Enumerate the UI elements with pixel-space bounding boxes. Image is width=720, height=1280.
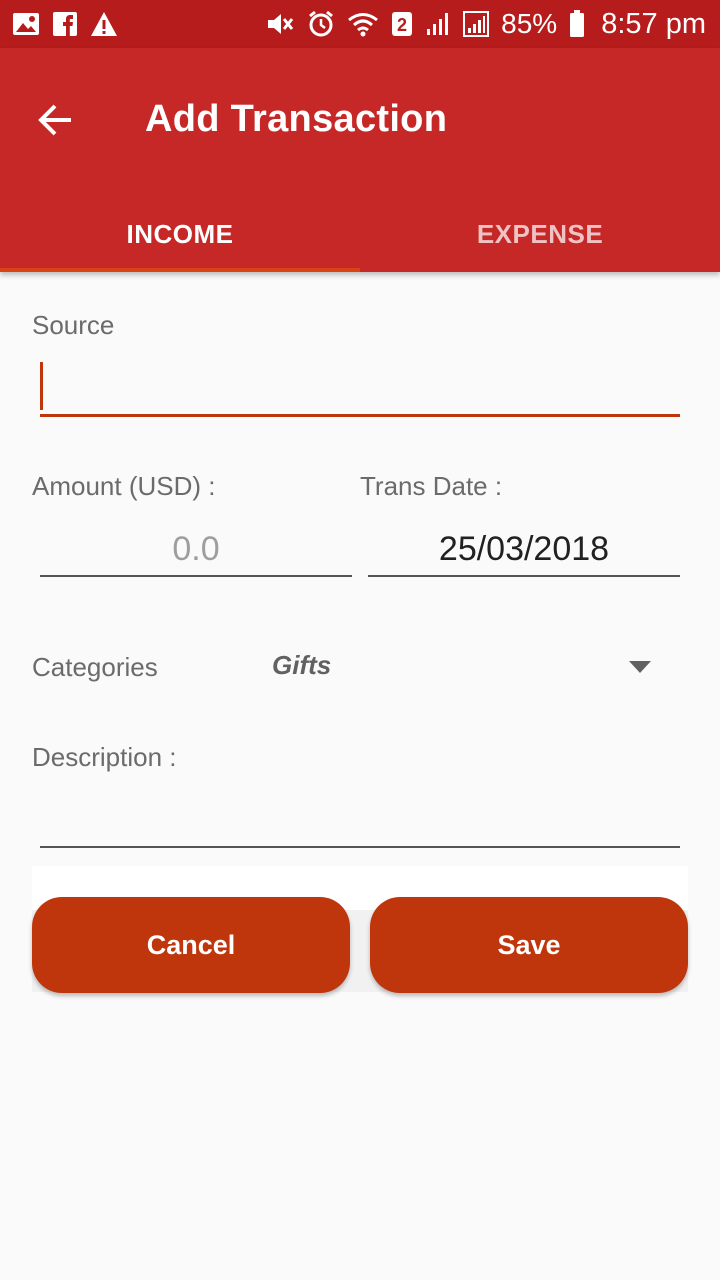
back-button[interactable]	[24, 88, 88, 152]
image-icon	[12, 11, 40, 37]
battery-percent: 85%	[501, 8, 558, 39]
tab-bar: INCOME EXPENSE	[0, 196, 720, 272]
source-input-underline	[40, 414, 680, 417]
battery-icon	[569, 10, 585, 38]
chevron-down-icon	[629, 661, 651, 673]
alarm-icon	[307, 10, 335, 38]
signal-icon	[425, 11, 451, 37]
description-input[interactable]	[40, 790, 680, 848]
source-input[interactable]	[40, 355, 680, 417]
description-label: Description :	[32, 742, 177, 772]
clock: 8:57 pm	[601, 7, 706, 40]
app-bar: Add Transaction INCOME EXPENSE	[0, 48, 720, 272]
trans-date-input[interactable]: 25/03/2018	[368, 530, 680, 569]
arrow-left-icon	[38, 104, 71, 136]
warning-icon	[90, 11, 118, 37]
status-bar: 2 85% 8:57 pm	[0, 0, 720, 48]
tab-income[interactable]: INCOME	[0, 196, 360, 272]
status-left-icons	[12, 11, 118, 37]
source-label: Source	[32, 310, 115, 340]
facebook-icon	[52, 11, 78, 37]
sim-badge: 2	[397, 15, 407, 35]
text-cursor	[40, 362, 43, 410]
categories-selected-value: Gifts	[272, 650, 332, 680]
description-input-underline	[40, 846, 680, 848]
categories-label: Categories	[32, 652, 158, 682]
tab-indicator	[0, 268, 360, 272]
tab-expense[interactable]: EXPENSE	[360, 196, 720, 272]
cancel-button[interactable]: Cancel	[32, 897, 350, 993]
tab-expense-label: EXPENSE	[476, 218, 604, 249]
trans-date-label: Trans Date :	[360, 471, 503, 501]
mute-icon	[265, 10, 295, 38]
cancel-button-label: Cancel	[146, 929, 236, 960]
amount-input-underline	[40, 575, 352, 577]
page-title: Add Transaction	[145, 98, 448, 140]
trans-date-input-underline	[368, 575, 680, 577]
save-button-label: Save	[497, 929, 561, 960]
tab-income-label: INCOME	[126, 218, 234, 249]
sim-2-icon: 2	[391, 11, 413, 37]
signal-icon	[463, 11, 490, 37]
wifi-icon	[347, 11, 379, 37]
amount-label: Amount (USD) :	[32, 471, 216, 501]
save-button[interactable]: Save	[370, 897, 688, 993]
amount-input[interactable]: 0.0	[40, 530, 352, 569]
status-right-icons: 2 85% 8:57 pm	[265, 8, 706, 41]
